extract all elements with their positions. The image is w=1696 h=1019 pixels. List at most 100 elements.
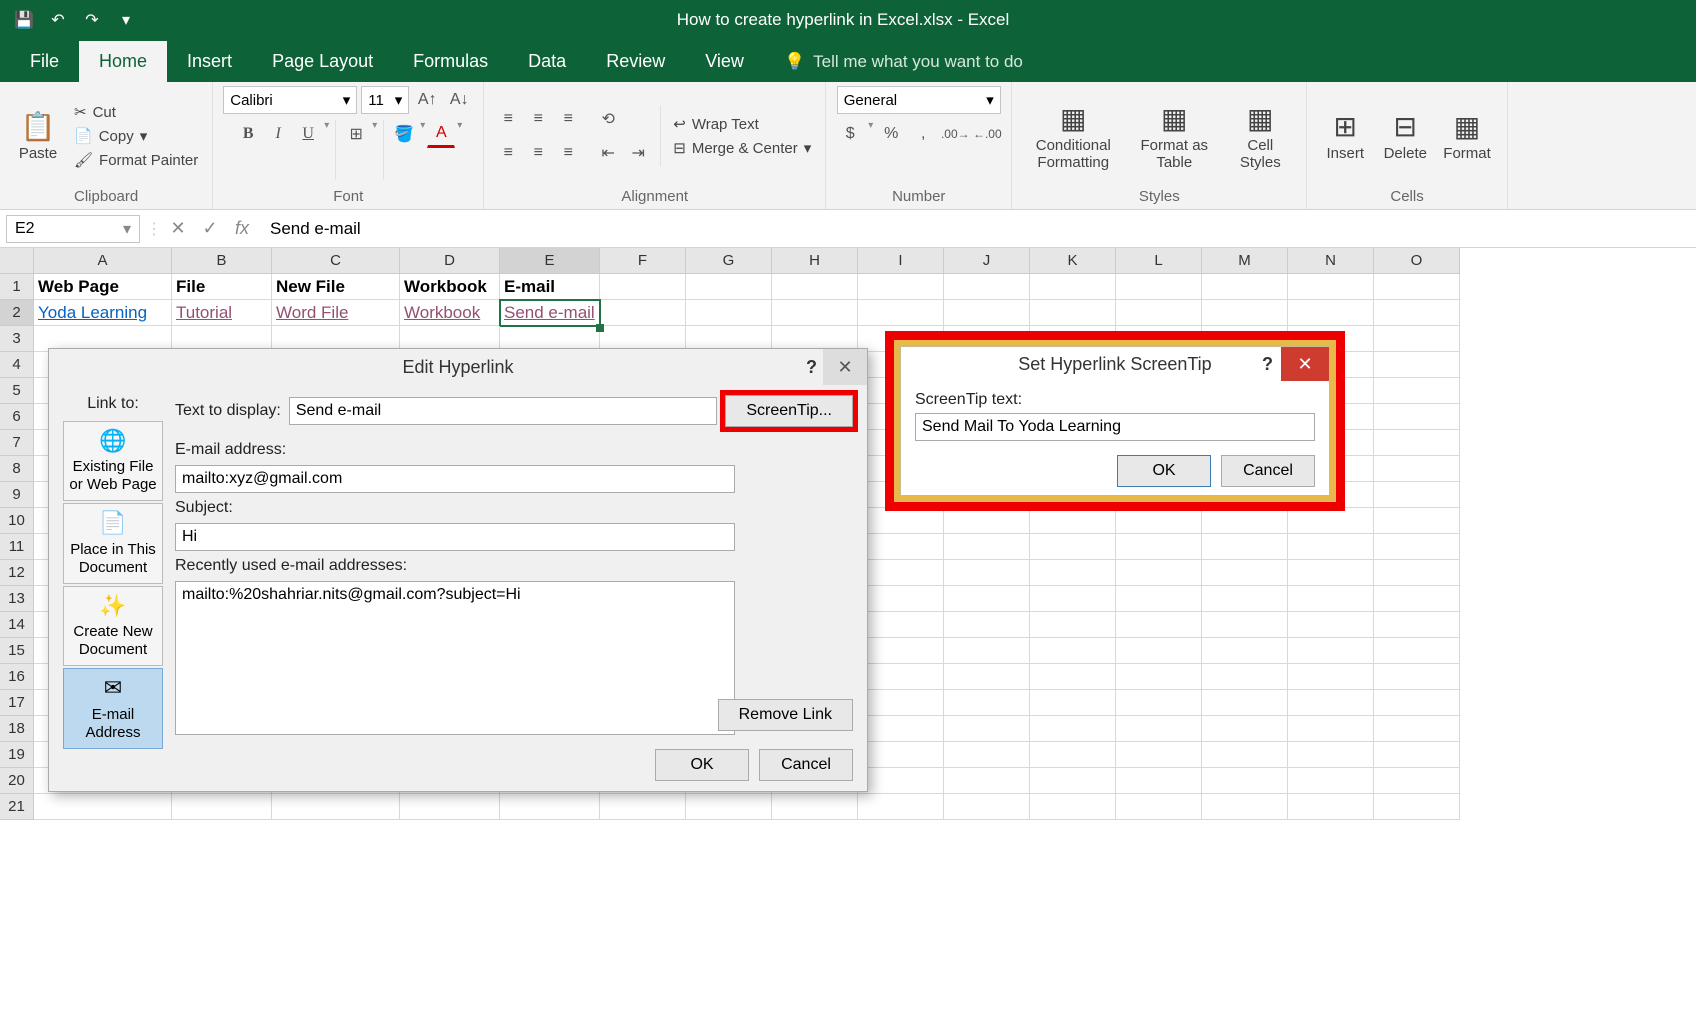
cell[interactable] <box>944 742 1030 768</box>
cell[interactable] <box>1288 560 1374 586</box>
copy-button[interactable]: 📄Copy▾ <box>70 125 202 147</box>
cell[interactable] <box>1202 690 1288 716</box>
cell[interactable]: E-mail <box>500 274 600 300</box>
cell[interactable] <box>1202 560 1288 586</box>
cell[interactable] <box>686 794 772 820</box>
cell[interactable] <box>1288 612 1374 638</box>
cell[interactable] <box>944 612 1030 638</box>
cell[interactable] <box>1202 586 1288 612</box>
cell[interactable] <box>858 638 944 664</box>
cell[interactable] <box>1374 534 1460 560</box>
linkto-existing-file[interactable]: 🌐Existing File or Web Page <box>63 421 163 501</box>
col-header-i[interactable]: I <box>858 248 944 274</box>
cell[interactable] <box>1116 274 1202 300</box>
cell[interactable] <box>1116 560 1202 586</box>
cell[interactable] <box>1374 378 1460 404</box>
undo-icon[interactable]: ↶ <box>44 6 72 34</box>
align-right-icon[interactable]: ≡ <box>554 139 582 167</box>
cell[interactable] <box>400 794 500 820</box>
cell[interactable] <box>1202 742 1288 768</box>
screentip-titlebar[interactable]: Set Hyperlink ScreenTip ? ✕ <box>901 347 1329 381</box>
screentip-text-input[interactable] <box>915 413 1315 441</box>
row-header[interactable]: 3 <box>0 326 34 352</box>
tab-page-layout[interactable]: Page Layout <box>252 41 393 82</box>
cell[interactable] <box>272 794 400 820</box>
merge-center-button[interactable]: ⊟Merge & Center▾ <box>669 137 815 159</box>
row-header[interactable]: 20 <box>0 768 34 794</box>
cell[interactable] <box>1374 742 1460 768</box>
italic-button[interactable]: I <box>264 120 292 148</box>
row-header[interactable]: 8 <box>0 456 34 482</box>
cut-button[interactable]: ✂Cut <box>70 101 202 123</box>
cell[interactable] <box>858 300 944 326</box>
cell[interactable] <box>500 794 600 820</box>
cell[interactable] <box>1030 664 1116 690</box>
cell[interactable] <box>1030 586 1116 612</box>
cell[interactable] <box>1288 534 1374 560</box>
align-bottom-icon[interactable]: ≡ <box>554 105 582 133</box>
orientation-icon[interactable]: ⟲ <box>594 105 622 133</box>
cell[interactable] <box>1116 508 1202 534</box>
cell[interactable] <box>1374 482 1460 508</box>
cell-styles-button[interactable]: ▦Cell Styles <box>1224 98 1296 175</box>
cell[interactable] <box>1116 664 1202 690</box>
cell[interactable] <box>1202 638 1288 664</box>
cell[interactable] <box>1116 534 1202 560</box>
tell-me[interactable]: 💡 Tell me what you want to do <box>784 52 1023 82</box>
cell[interactable] <box>944 690 1030 716</box>
paste-button[interactable]: 📋 Paste <box>10 106 66 166</box>
cell[interactable] <box>858 690 944 716</box>
cell[interactable] <box>1030 274 1116 300</box>
cell[interactable] <box>1374 352 1460 378</box>
cell[interactable] <box>1374 508 1460 534</box>
col-header-j[interactable]: J <box>944 248 1030 274</box>
remove-link-button[interactable]: Remove Link <box>718 699 853 731</box>
email-address-input[interactable] <box>175 465 735 493</box>
cancel-formula-icon[interactable]: ✕ <box>162 218 194 239</box>
col-header-f[interactable]: F <box>600 248 686 274</box>
tab-view[interactable]: View <box>685 41 764 82</box>
formula-input[interactable]: Send e-mail <box>258 219 1696 239</box>
linkto-create-new[interactable]: ✨Create New Document <box>63 586 163 666</box>
cell[interactable] <box>1116 768 1202 794</box>
underline-button[interactable]: U <box>294 120 322 148</box>
cell[interactable] <box>944 274 1030 300</box>
align-center-icon[interactable]: ≡ <box>524 139 552 167</box>
cell[interactable] <box>858 794 944 820</box>
cell[interactable] <box>1116 586 1202 612</box>
cell[interactable] <box>772 300 858 326</box>
cell[interactable] <box>600 300 686 326</box>
cell[interactable] <box>944 794 1030 820</box>
cell[interactable] <box>1374 300 1460 326</box>
decrease-font-icon[interactable]: A↓ <box>445 86 473 114</box>
cell[interactable] <box>1116 612 1202 638</box>
row-header[interactable]: 5 <box>0 378 34 404</box>
cell[interactable] <box>1374 456 1460 482</box>
enter-formula-icon[interactable]: ✓ <box>194 218 226 239</box>
cell[interactable] <box>1374 664 1460 690</box>
cell[interactable] <box>1202 274 1288 300</box>
cell[interactable] <box>1202 794 1288 820</box>
cell[interactable] <box>1030 300 1116 326</box>
cell[interactable] <box>1030 794 1116 820</box>
col-header-n[interactable]: N <box>1288 248 1374 274</box>
align-left-icon[interactable]: ≡ <box>494 139 522 167</box>
col-header-g[interactable]: G <box>686 248 772 274</box>
cell[interactable] <box>1374 586 1460 612</box>
cell[interactable]: Yoda Learning <box>34 300 172 326</box>
decrease-decimal-icon[interactable]: ←.00 <box>973 120 1001 148</box>
fx-icon[interactable]: fx <box>226 218 258 239</box>
increase-font-icon[interactable]: A↑ <box>413 86 441 114</box>
cell[interactable] <box>1374 404 1460 430</box>
cell[interactable] <box>944 638 1030 664</box>
cell[interactable] <box>1288 794 1374 820</box>
tab-home[interactable]: Home <box>79 41 167 82</box>
row-header[interactable]: 16 <box>0 664 34 690</box>
col-header-a[interactable]: A <box>34 248 172 274</box>
cell[interactable] <box>1374 326 1460 352</box>
cell[interactable] <box>1374 768 1460 794</box>
cell[interactable] <box>1288 768 1374 794</box>
row-header[interactable]: 19 <box>0 742 34 768</box>
cell[interactable] <box>1374 560 1460 586</box>
row-header[interactable]: 9 <box>0 482 34 508</box>
